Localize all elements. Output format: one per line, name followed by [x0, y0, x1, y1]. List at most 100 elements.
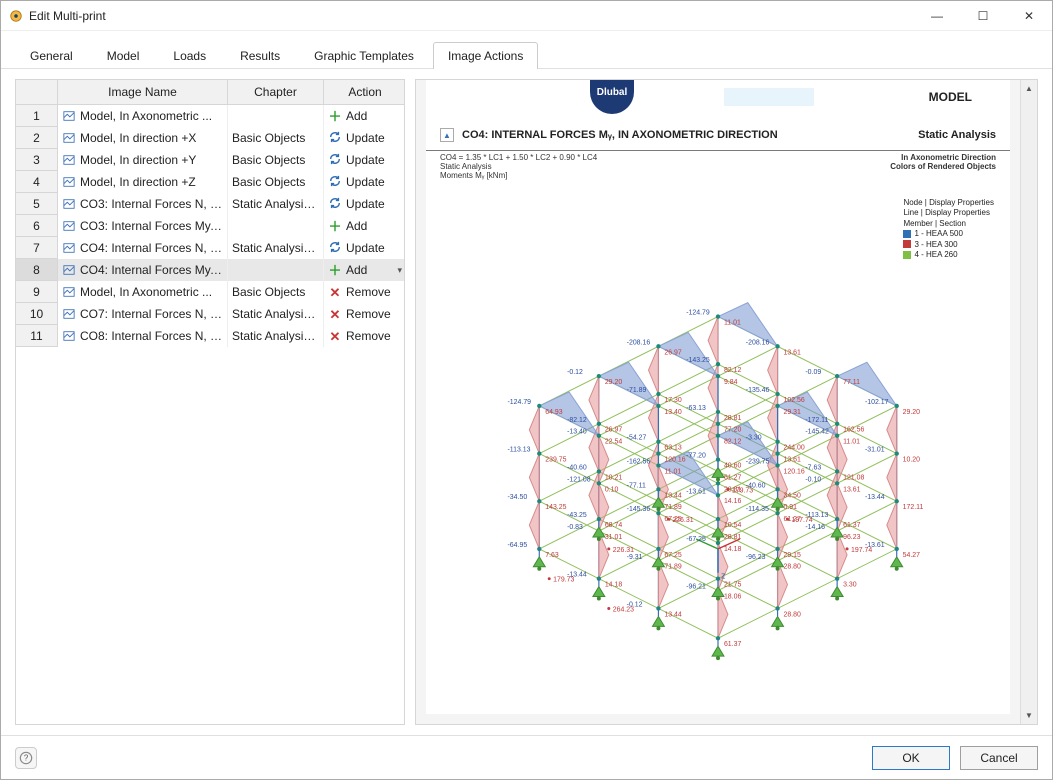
- svg-text:61.37: 61.37: [724, 641, 742, 648]
- table-row[interactable]: 8CO4: Internal Forces My, ...＋Add▾: [16, 259, 404, 281]
- sub-unit: Moments Mᵧ [kNm]: [440, 171, 597, 180]
- cell-action[interactable]: ＋Add▾: [324, 259, 404, 281]
- svg-text:121.08: 121.08: [843, 474, 864, 481]
- svg-text:14.16: 14.16: [724, 498, 742, 505]
- svg-text:96.23: 96.23: [843, 534, 861, 541]
- cell-image-name: CO3: Internal Forces N, I...: [58, 193, 228, 215]
- svg-text:9.84: 9.84: [724, 379, 738, 386]
- update-icon: [328, 241, 342, 255]
- image-icon: [62, 307, 76, 321]
- svg-text:-0.09: -0.09: [805, 369, 821, 376]
- tab-image-actions[interactable]: Image Actions: [433, 42, 538, 69]
- svg-text:-14.16: -14.16: [805, 524, 825, 531]
- svg-text:10.21: 10.21: [605, 474, 623, 481]
- svg-text:13.61: 13.61: [784, 457, 802, 464]
- table-row[interactable]: 3Model, In direction +YBasic ObjectsUpda…: [16, 149, 404, 171]
- svg-text:197.74: 197.74: [851, 547, 872, 554]
- svg-text:-96.23: -96.23: [746, 554, 766, 561]
- svg-text:64.93: 64.93: [545, 409, 563, 416]
- brand-logo: Dlubal: [590, 80, 634, 114]
- preview-scrollbar[interactable]: ▲ ▼: [1020, 80, 1037, 724]
- tab-loads[interactable]: Loads: [158, 42, 221, 69]
- svg-text:0.91: 0.91: [784, 504, 798, 511]
- app-icon: [9, 9, 23, 23]
- minimize-button[interactable]: —: [914, 1, 960, 31]
- update-icon: [328, 175, 342, 189]
- cell-action[interactable]: ✕Remove: [324, 281, 404, 303]
- svg-text:13.61: 13.61: [843, 486, 861, 493]
- table-row[interactable]: 1Model, In Axonometric ...＋Add: [16, 105, 404, 127]
- cell-image-name: CO8: Internal Forces N, I...: [58, 325, 228, 347]
- svg-text:120.16: 120.16: [664, 457, 685, 464]
- col-rownum: [16, 80, 58, 104]
- table-row[interactable]: 5CO3: Internal Forces N, I...Static Anal…: [16, 193, 404, 215]
- table-row[interactable]: 10CO7: Internal Forces N, I...Static Ana…: [16, 303, 404, 325]
- table-row[interactable]: 2Model, In direction +XBasic ObjectsUpda…: [16, 127, 404, 149]
- col-action: Action: [324, 80, 406, 104]
- table-row[interactable]: 6CO3: Internal Forces My, ...＋Add: [16, 215, 404, 237]
- svg-text:226.31: 226.31: [672, 517, 693, 524]
- svg-text:239.75: 239.75: [545, 457, 566, 464]
- close-button[interactable]: ✕: [1006, 1, 1052, 31]
- svg-text:-96.21: -96.21: [686, 584, 706, 591]
- svg-text:71.89: 71.89: [664, 564, 682, 571]
- cell-chapter: Basic Objects: [228, 171, 324, 193]
- svg-text:-121.08: -121.08: [567, 476, 591, 483]
- cell-chapter: [228, 215, 324, 237]
- help-button[interactable]: ?: [15, 747, 37, 769]
- analysis-type: Static Analysis: [918, 129, 996, 141]
- svg-text:-135.46: -135.46: [746, 387, 770, 394]
- cell-action[interactable]: ＋Add: [324, 105, 404, 127]
- tab-general[interactable]: General: [15, 42, 88, 69]
- row-number: 3: [16, 149, 58, 171]
- svg-text:26.97: 26.97: [605, 427, 623, 434]
- tab-model[interactable]: Model: [92, 42, 155, 69]
- row-number: 4: [16, 171, 58, 193]
- cell-action[interactable]: ✕Remove: [324, 325, 404, 347]
- sub-view: In Axonometric Direction: [890, 153, 996, 162]
- table-row[interactable]: 9Model, In Axonometric ...Basic Objects✕…: [16, 281, 404, 303]
- titlebar: Edit Multi-print — ☐ ✕: [1, 1, 1052, 31]
- svg-text:31.01: 31.01: [605, 534, 623, 541]
- cell-action[interactable]: Update: [324, 127, 404, 149]
- cell-chapter: Static Analysis...: [228, 193, 324, 215]
- row-number: 5: [16, 193, 58, 215]
- svg-text:3.30: 3.30: [843, 582, 857, 589]
- image-icon: [62, 175, 76, 189]
- maximize-button[interactable]: ☐: [960, 1, 1006, 31]
- tab-graphic-templates[interactable]: Graphic Templates: [299, 42, 429, 69]
- ok-button[interactable]: OK: [872, 746, 950, 770]
- svg-text:197.74: 197.74: [791, 517, 812, 524]
- svg-text:29.31: 29.31: [784, 409, 802, 416]
- svg-text:-40.60: -40.60: [567, 464, 587, 471]
- svg-text:-102.17: -102.17: [865, 399, 889, 406]
- cell-image-name: Model, In Axonometric ...: [58, 281, 228, 303]
- cell-action[interactable]: Update: [324, 149, 404, 171]
- svg-text:264.23: 264.23: [613, 606, 634, 613]
- svg-text:143.25: 143.25: [545, 504, 566, 511]
- cell-action[interactable]: ＋Add: [324, 215, 404, 237]
- cell-image-name: Model, In direction +Y: [58, 149, 228, 171]
- structure-visualization: z-124.7911.01-208.1626.97-0.1229.20-124.…: [440, 186, 996, 714]
- row-number: 8: [16, 259, 58, 281]
- cell-action[interactable]: Update: [324, 171, 404, 193]
- svg-text:-31.01: -31.01: [865, 447, 885, 454]
- scroll-down-icon[interactable]: ▼: [1021, 707, 1037, 724]
- cancel-button[interactable]: Cancel: [960, 746, 1038, 770]
- cell-action[interactable]: ✕Remove: [324, 303, 404, 325]
- tab-results[interactable]: Results: [225, 42, 295, 69]
- section-caret-icon: ▲: [440, 128, 454, 142]
- svg-text:-172.11: -172.11: [805, 417, 828, 424]
- cell-action[interactable]: Update: [324, 237, 404, 259]
- svg-text:-113.13: -113.13: [508, 447, 531, 454]
- svg-text:-0.10: -0.10: [805, 476, 821, 483]
- svg-text:226.31: 226.31: [613, 547, 634, 554]
- table-row[interactable]: 7CO4: Internal Forces N, I...Static Anal…: [16, 237, 404, 259]
- svg-text:29.20: 29.20: [605, 379, 623, 386]
- row-number: 2: [16, 127, 58, 149]
- scroll-up-icon[interactable]: ▲: [1021, 80, 1037, 97]
- table-row[interactable]: 11CO8: Internal Forces N, I...Static Ana…: [16, 325, 404, 347]
- cell-action[interactable]: Update: [324, 193, 404, 215]
- chevron-down-icon: ▾: [397, 265, 402, 276]
- table-row[interactable]: 4Model, In direction +ZBasic ObjectsUpda…: [16, 171, 404, 193]
